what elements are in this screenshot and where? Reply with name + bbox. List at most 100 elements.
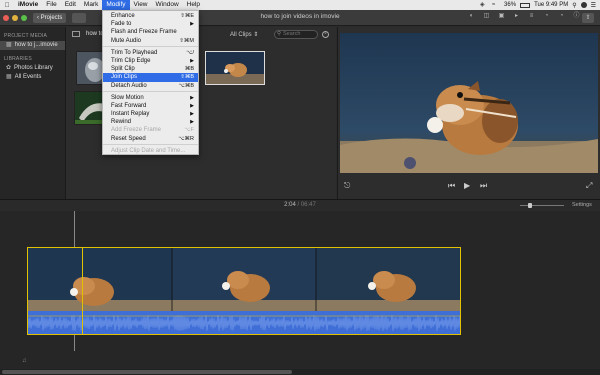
sidebar-item-all-events[interactable]: ▦ All Events — [0, 73, 65, 82]
timeline-zoom-slider[interactable] — [520, 205, 564, 206]
filter-icon[interactable]: ◔ — [558, 13, 565, 20]
menu-item-label: Split Clip — [111, 66, 135, 73]
search-input[interactable]: ⚲ Search — [274, 30, 318, 39]
color-balance-icon[interactable]: ◐ — [468, 13, 475, 20]
film-icon: ▩ — [6, 42, 12, 48]
menu-item-shortcut: ⌘B — [184, 66, 194, 73]
speed-icon[interactable]: ◔ — [543, 13, 550, 20]
project-media-header: PROJECT MEDIA — [4, 33, 48, 39]
stabilization-icon[interactable]: ▣ — [498, 13, 505, 20]
menu-item-join-clips[interactable]: Join Clips ⇧⌘B — [103, 73, 198, 82]
noise-reduction-icon[interactable]: ≡ — [528, 13, 535, 20]
search-placeholder: Search — [283, 31, 301, 37]
timeline-zoom-knob[interactable] — [528, 203, 532, 208]
menubar-clock[interactable]: Tue 9:49 PM — [534, 2, 568, 8]
volume-icon[interactable]: ▸ — [513, 13, 520, 20]
menu-item-trim-to-playhead[interactable]: Trim To Playhead ⌥/ — [103, 49, 198, 57]
sidebar-item-project[interactable]: ▩ how to j...imovie — [0, 41, 65, 50]
minimize-window-button[interactable] — [12, 14, 18, 21]
menu-item-trim-clip-edge[interactable]: Trim Clip Edge ▶ — [103, 57, 198, 65]
status-area: ◈ ≈ 36% Tue 9:49 PM ⚲ ☰ — [480, 2, 600, 9]
music-note-icon: ♫ — [22, 358, 27, 364]
skip-forward-icon[interactable]: ⏭ — [480, 181, 487, 191]
menu-item-fast-forward[interactable]: Fast Forward ▶ — [103, 102, 198, 110]
menu-item-rewind[interactable]: Rewind ▶ — [103, 118, 198, 126]
toolbar-adjust-icons: ◐ ◫ ▣ ▸ ≡ ◔ ◔ ⓘ — [468, 13, 580, 20]
settings-button[interactable]: Settings — [572, 202, 592, 208]
chipmunk-image — [206, 52, 264, 84]
share-button[interactable]: ⇧ — [582, 13, 594, 23]
close-window-button[interactable] — [3, 14, 9, 21]
menu-item-slow-motion[interactable]: Slow Motion ▶ — [103, 94, 198, 102]
menu-item-label: Adjust Clip Date and Time... — [111, 147, 186, 154]
skip-back-icon[interactable]: ⏮ — [448, 181, 455, 191]
audio-waveform[interactable] — [28, 311, 460, 334]
wifi-icon[interactable]: ≈ — [492, 2, 500, 8]
timecode: 2:04 / 06:47 — [284, 202, 316, 208]
menu-item-shortcut: ⇧⌘E — [180, 13, 194, 19]
menu-item-split-clip[interactable]: Split Clip ⌘B — [103, 65, 198, 73]
clip-filter-select[interactable]: All Clips ⇕ — [230, 31, 258, 38]
submenu-arrow-icon: ▶ — [190, 57, 194, 64]
menu-separator — [103, 144, 198, 146]
sidebar-item-label: Photos Library — [14, 65, 53, 71]
battery-percent[interactable]: 36% — [504, 2, 516, 8]
menu-item-detach-audio[interactable]: Detach Audio ⌥⌘B — [103, 82, 198, 90]
menu-item-reset-speed[interactable]: Reset Speed ⌥⌘R — [103, 135, 198, 143]
fullscreen-icon[interactable]: ⤢ — [586, 181, 592, 191]
play-icon[interactable]: ▶ — [464, 181, 470, 190]
menu-item-label: Flash and Freeze Frame — [111, 29, 177, 36]
microphone-icon[interactable]: ⎋ — [344, 181, 350, 191]
menu-help[interactable]: Help — [183, 0, 204, 10]
sidebar-item-label: All Events — [14, 74, 42, 80]
viewer-pane: ⎋ ⏮ ▶ ⏭ ⤢ — [337, 27, 600, 199]
dropbox-icon[interactable]: ◈ — [480, 2, 488, 8]
menu-item-label: Enhance — [111, 13, 135, 19]
media-browser-button[interactable] — [72, 12, 87, 23]
info-icon[interactable]: ⓘ — [573, 13, 580, 20]
menu-modify[interactable]: Modify — [102, 0, 130, 10]
viewer-controls: ⎋ ⏮ ▶ ⏭ ⤢ — [338, 177, 600, 193]
menu-item-fade-to[interactable]: Fade to ▶ — [103, 20, 198, 28]
menu-item-enhance[interactable]: Enhance ⇧⌘E — [103, 12, 198, 20]
timeline-scrollbar[interactable] — [0, 369, 600, 375]
search-icon[interactable]: ⚲ — [572, 2, 576, 9]
clip-selection-range[interactable] — [27, 247, 83, 335]
menu-edit[interactable]: Edit — [61, 0, 80, 10]
list-icon[interactable]: ☰ — [591, 2, 596, 9]
menu-file[interactable]: File — [42, 0, 60, 10]
menu-item-label: Trim Clip Edge — [111, 57, 151, 64]
menu-item-label: Mute Audio — [111, 37, 142, 44]
battery-icon[interactable] — [520, 2, 531, 8]
chipmunk-preview-image — [340, 33, 598, 173]
zoom-window-button[interactable] — [21, 14, 27, 21]
apple-icon[interactable]:  — [0, 2, 14, 9]
submenu-arrow-icon: ▶ — [190, 21, 194, 28]
menu-item-flash-and-freeze-frame[interactable]: Flash and Freeze Frame — [103, 28, 198, 36]
crop-icon[interactable]: ◫ — [483, 13, 490, 20]
submenu-arrow-icon: ▶ — [190, 119, 194, 126]
user-icon[interactable] — [580, 2, 587, 8]
timeline: ♫ — [0, 211, 600, 375]
sidebar-item-photos-library[interactable]: ✿ Photos Library — [0, 64, 65, 73]
menu-item-instant-replay[interactable]: Instant Replay ▶ — [103, 110, 198, 118]
calendar-icon: ▦ — [6, 74, 12, 80]
menu-app-name[interactable]: iMovie — [14, 0, 42, 10]
menu-separator — [103, 91, 198, 93]
menu-item-shortcut: ⌥⌘B — [178, 82, 194, 89]
menu-item-label: Detach Audio — [111, 82, 147, 89]
menu-separator — [103, 46, 198, 48]
menu-mark[interactable]: Mark — [80, 0, 102, 10]
sidebar-toggle-icon[interactable] — [72, 31, 80, 37]
menu-item-adjust-clip-date-and-time: Adjust Clip Date and Time... — [103, 147, 198, 155]
timeline-scrollbar-thumb[interactable] — [2, 370, 292, 374]
menu-view[interactable]: View — [130, 0, 152, 10]
timecode-current: 2:04 — [284, 202, 296, 208]
clear-filter-icon[interactable]: × — [322, 31, 329, 38]
menu-item-label: Rewind — [111, 119, 132, 126]
menu-item-mute-audio[interactable]: Mute Audio ⇧⌘M — [103, 37, 198, 45]
projects-button[interactable]: ‹ Projects — [33, 12, 67, 23]
menu-window[interactable]: Window — [152, 0, 183, 10]
clip-thumbnail-chipmunk[interactable] — [205, 51, 265, 85]
imovie-window:  iMovie File Edit Mark Modify View Wind… — [0, 0, 600, 375]
